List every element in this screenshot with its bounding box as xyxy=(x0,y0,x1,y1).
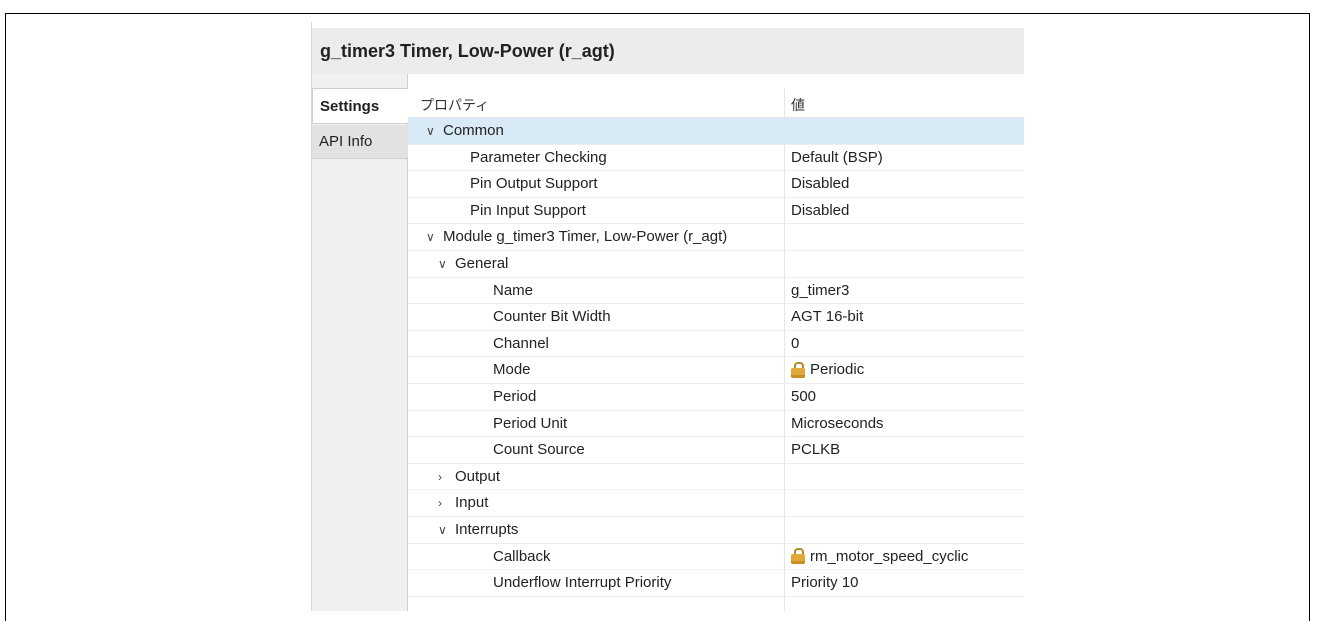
row-value[interactable]: Priority 10 xyxy=(791,574,859,591)
row-property: Channel xyxy=(493,335,549,352)
row-value-text: g_timer3 xyxy=(791,281,850,299)
row-property: Counter Bit Width xyxy=(493,308,611,325)
row-property: ∨ General xyxy=(438,255,508,272)
row-property-label: Output xyxy=(455,467,501,485)
chevron-right-icon[interactable]: › xyxy=(438,470,451,484)
row-property: Callback xyxy=(493,548,551,565)
row-property: Count Source xyxy=(493,441,585,458)
row-value[interactable]: rm_motor_speed_cyclic xyxy=(791,548,968,565)
row-property-label: Parameter Checking xyxy=(470,148,607,166)
table-row[interactable]: ∨ Common xyxy=(408,118,1024,145)
tab-strip: Settings API Info xyxy=(312,74,409,611)
panel-title: g_timer3 Timer, Low-Power (r_agt) xyxy=(320,40,615,61)
row-property: Underflow Interrupt Priority xyxy=(493,574,671,591)
chevron-down-icon[interactable]: ∨ xyxy=(438,257,451,271)
row-property: Mode xyxy=(493,361,531,378)
table-row[interactable]: Period 500 xyxy=(408,384,1024,411)
table-row[interactable]: › Input xyxy=(408,490,1024,517)
row-property-label: Callback xyxy=(493,547,551,565)
table-row[interactable]: Pin Output Support Disabled xyxy=(408,171,1024,198)
row-value-text: Periodic xyxy=(810,361,865,379)
row-property: ∨ Module g_timer3 Timer, Low-Power (r_agt… xyxy=(426,228,727,245)
table-row[interactable]: Parameter Checking Default (BSP) xyxy=(408,145,1024,172)
panel-title-bar: g_timer3 Timer, Low-Power (r_agt) xyxy=(312,28,1024,74)
table-row[interactable]: Mode Periodic xyxy=(408,357,1024,384)
row-property-label: Counter Bit Width xyxy=(493,308,611,326)
chevron-down-icon[interactable]: ∨ xyxy=(426,230,439,244)
chevron-down-icon[interactable]: ∨ xyxy=(438,523,451,537)
row-property-label: Mode xyxy=(493,361,531,379)
row-property-label: Input xyxy=(455,494,489,512)
row-value-text: 0 xyxy=(791,334,800,352)
chevron-right-icon[interactable]: › xyxy=(438,496,451,510)
row-value[interactable]: Periodic xyxy=(791,361,864,378)
row-value[interactable]: Microseconds xyxy=(791,415,884,432)
row-value[interactable]: Disabled xyxy=(791,175,849,192)
row-value-text: Disabled xyxy=(791,201,850,219)
row-value-text: PCLKB xyxy=(791,441,841,459)
table-row[interactable]: ∨ Interrupts xyxy=(408,517,1024,544)
row-property-label: Count Source xyxy=(493,441,585,459)
row-value-text: 500 xyxy=(791,387,817,405)
row-value[interactable]: Disabled xyxy=(791,202,849,219)
row-property: Parameter Checking xyxy=(470,149,607,166)
row-value[interactable]: 500 xyxy=(791,388,816,405)
row-property: › Input xyxy=(438,494,488,511)
row-property: Pin Input Support xyxy=(470,202,586,219)
row-property: Pin Output Support xyxy=(470,175,598,192)
table-row[interactable]: Count Source PCLKB xyxy=(408,437,1024,464)
row-property-label: Pin Output Support xyxy=(470,175,598,193)
table-row[interactable]: Callback rm_motor_speed_cyclic xyxy=(408,544,1024,571)
row-property-label: Common xyxy=(443,122,504,139)
row-property: Period Unit xyxy=(493,415,567,432)
table-row[interactable]: Pin Input Support Disabled xyxy=(408,198,1024,225)
row-value[interactable]: g_timer3 xyxy=(791,282,849,299)
table-row[interactable]: › Output xyxy=(408,464,1024,491)
header-property[interactable]: プロパティ xyxy=(420,95,489,115)
table-row[interactable]: ∨ General xyxy=(408,251,1024,278)
row-value-text: AGT 16-bit xyxy=(791,308,864,326)
row-property-label: Period Unit xyxy=(493,414,568,432)
properties-table: プロパティ 値 ∨ Common Parameter Checking Default… xyxy=(408,74,1024,611)
table-row[interactable]: Period Unit Microseconds xyxy=(408,411,1024,438)
table-row[interactable]: Underflow Interrupt Priority Priority 10 xyxy=(408,570,1024,597)
row-property-label: Pin Input Support xyxy=(470,201,586,219)
row-value[interactable]: Default (BSP) xyxy=(791,149,883,166)
row-value-text: Disabled xyxy=(791,175,850,193)
lock-icon xyxy=(791,361,805,378)
row-property-label: Channel xyxy=(493,334,549,352)
tab-api-info[interactable]: API Info xyxy=(312,125,408,159)
table-row[interactable]: Counter Bit Width AGT 16-bit xyxy=(408,304,1024,331)
row-value-text: Microseconds xyxy=(791,414,884,432)
row-value[interactable]: PCLKB xyxy=(791,441,840,458)
row-value-text: Default (BSP) xyxy=(791,148,883,166)
table-header: プロパティ 値 xyxy=(408,88,1024,118)
row-property-label: Module g_timer3 Timer, Low-Power (r_agt) xyxy=(443,228,728,246)
tab-api-info-label: API Info xyxy=(319,133,373,150)
row-value[interactable]: 0 xyxy=(791,335,799,352)
row-property-label: Underflow Interrupt Priority xyxy=(493,574,672,592)
header-value[interactable]: 値 xyxy=(791,95,805,115)
row-property-label: General xyxy=(455,254,509,272)
row-value[interactable]: AGT 16-bit xyxy=(791,308,863,325)
chevron-down-icon[interactable]: ∨ xyxy=(426,124,439,138)
row-property: ∨ Common xyxy=(426,122,504,139)
row-property-label: Name xyxy=(493,281,534,299)
row-property: Period xyxy=(493,388,536,405)
row-value-text: rm_motor_speed_cyclic xyxy=(810,547,969,565)
row-property: Name xyxy=(493,282,533,299)
tab-settings-label: Settings xyxy=(320,97,380,115)
table-row[interactable]: ∨ Module g_timer3 Timer, Low-Power (r_agt… xyxy=(408,224,1024,251)
table-row[interactable]: Name g_timer3 xyxy=(408,278,1024,305)
row-value-text: Priority 10 xyxy=(791,574,859,592)
row-property: ∨ Interrupts xyxy=(438,521,518,538)
lock-icon xyxy=(791,548,805,564)
row-property-label: Period xyxy=(493,387,537,405)
table-body: ∨ Common Parameter Checking Default (BSP) Pi… xyxy=(408,118,1024,597)
row-property: › Output xyxy=(438,468,500,485)
row-property-label: Interrupts xyxy=(455,520,519,538)
tab-settings[interactable]: Settings xyxy=(312,88,409,124)
table-row[interactable]: Channel 0 xyxy=(408,331,1024,358)
